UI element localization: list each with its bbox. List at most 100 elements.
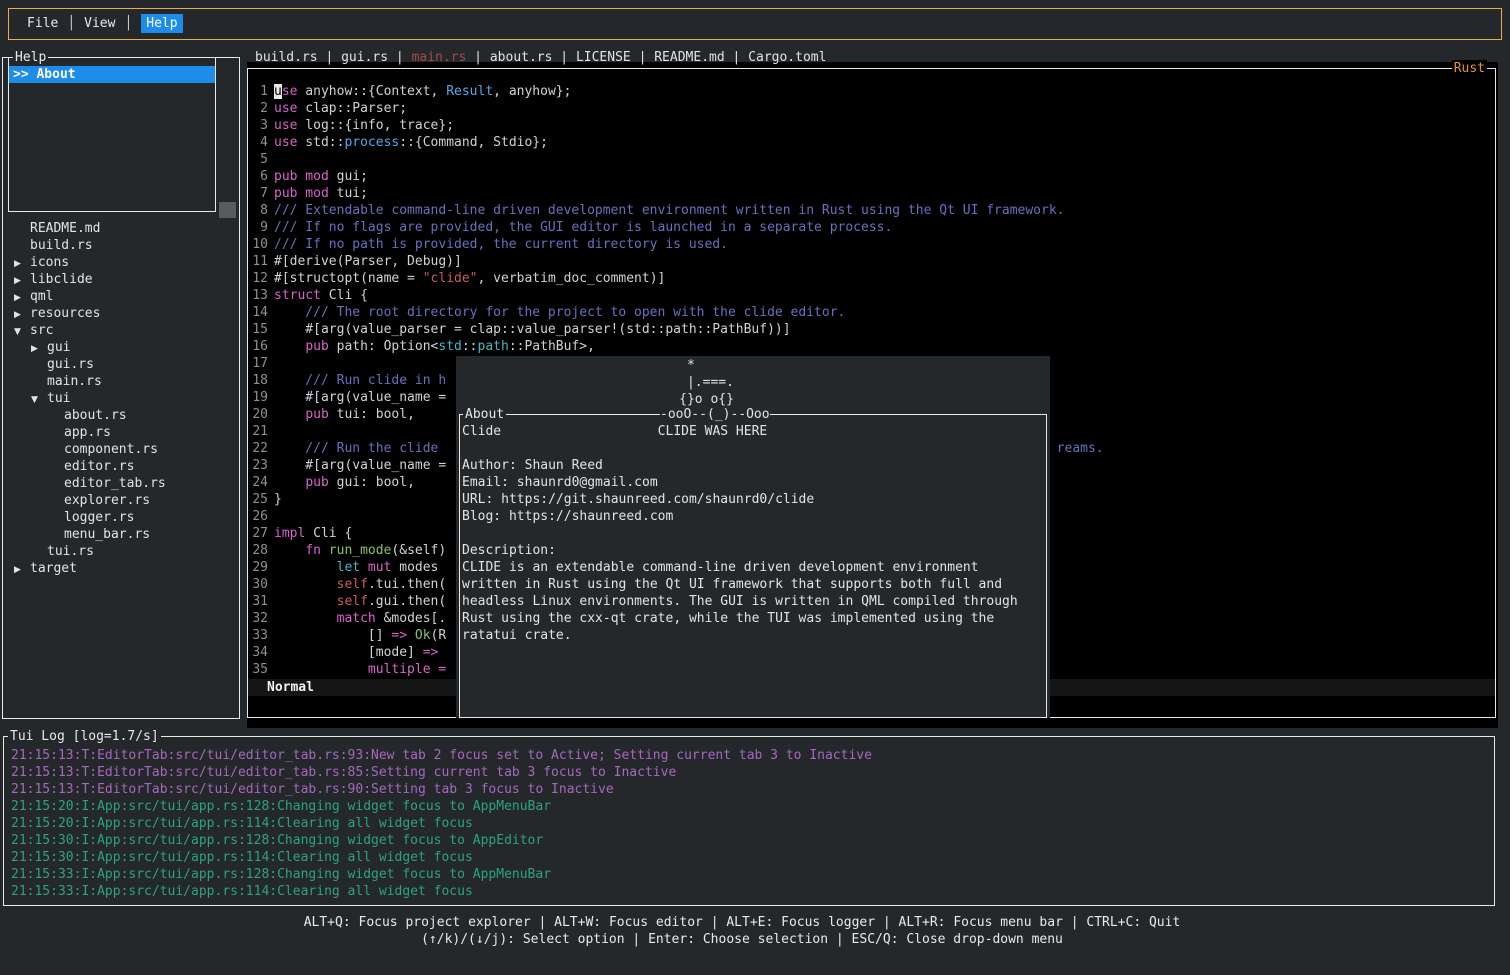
tree-item-gui-rs[interactable]: gui.rs <box>3 356 238 373</box>
tree-item-label: qml <box>30 289 53 304</box>
code-token: std:: <box>297 135 344 150</box>
editor-mode-indicator: Normal <box>267 680 314 695</box>
tree-item-resources[interactable]: ▶resources <box>3 305 238 322</box>
menu-item-help[interactable]: Help <box>141 14 182 33</box>
tree-item-about-rs[interactable]: about.rs <box>3 407 238 424</box>
tree-item-src[interactable]: ▼src <box>3 322 238 339</box>
code-token: Cli { <box>305 526 352 541</box>
tree-item-tui[interactable]: ▼tui <box>3 390 238 407</box>
code-token: Result <box>446 84 493 99</box>
line-number: 14 <box>248 304 268 321</box>
code-token: u <box>274 84 282 99</box>
code-line-13: 13struct Cli { <box>248 287 1496 304</box>
line-number: 16 <box>248 338 268 355</box>
line-number: 26 <box>248 508 268 525</box>
code-token: use <box>274 101 297 116</box>
tab-cargo-toml[interactable]: Cargo.toml <box>748 50 826 65</box>
line-number: 32 <box>248 610 268 627</box>
ascii-art-kilroy: * |.===. {}o o{} <box>460 357 734 408</box>
tab-separator: | <box>725 50 748 65</box>
tree-item-main-rs[interactable]: main.rs <box>3 373 238 390</box>
help-dropdown-items: >> About <box>9 66 215 83</box>
tree-item-icons[interactable]: ▶icons <box>3 254 238 271</box>
line-number: 9 <box>248 219 268 236</box>
code-token: #[arg(value_name = <box>274 458 446 473</box>
code-token: log::{info, trace}; <box>297 118 454 133</box>
code-token: /// The root directory for the project t… <box>274 305 845 320</box>
menu-items: File│View│Help <box>9 9 1501 39</box>
tree-item-libclide[interactable]: ▶libclide <box>3 271 238 288</box>
code-line-12: 12#[structopt(name = "clide", verbatim_d… <box>248 270 1496 287</box>
menu-item-view[interactable]: View <box>84 16 115 31</box>
code-token: /// Run clide in h <box>274 373 446 388</box>
tree-item-label: editor.rs <box>64 459 134 474</box>
code-line-15: 15 #[arg(value_parser = clap::value_pars… <box>248 321 1496 338</box>
menu-item-file[interactable]: File <box>27 16 58 31</box>
tab-separator: | <box>552 50 575 65</box>
code-token: .tui.then( <box>368 577 446 592</box>
tree-item-explorer-rs[interactable]: explorer.rs <box>3 492 238 509</box>
code-token: /// If no flags are provided, the GUI ed… <box>274 220 892 235</box>
code-line-10: 10/// If no path is provided, the curren… <box>248 236 1496 253</box>
tree-item-label: editor_tab.rs <box>64 476 166 491</box>
tab-license[interactable]: LICENSE <box>576 50 631 65</box>
code-token: .gui.then( <box>368 594 446 609</box>
tree-item-readme-md[interactable]: README.md <box>3 220 238 237</box>
tree-item-target[interactable]: ▶target <box>3 560 238 577</box>
log-panel[interactable]: Tui Log [log=1.7/s] 21:15:13:T:EditorTab… <box>3 736 1495 906</box>
code-token: /// Extendable command-line driven devel… <box>274 203 1065 218</box>
tree-item-logger-rs[interactable]: logger.rs <box>3 509 238 526</box>
tree-item-menu-bar-rs[interactable]: menu_bar.rs <box>3 526 238 543</box>
code-token: , anyhow}; <box>493 84 571 99</box>
code-token: => <box>391 628 407 643</box>
line-number: 17 <box>248 355 268 372</box>
tree-item-qml[interactable]: ▶qml <box>3 288 238 305</box>
log-entry: 21:15:30:I:App:src/tui/app.rs:128:Changi… <box>11 832 1492 849</box>
tree-item-gui[interactable]: ▶gui <box>3 339 238 356</box>
code-token <box>274 611 337 626</box>
tab-about-rs[interactable]: about.rs <box>490 50 553 65</box>
tree-item-app-rs[interactable]: app.rs <box>3 424 238 441</box>
tab-gui-rs[interactable]: gui.rs <box>341 50 388 65</box>
dropdown-item--about[interactable]: >> About <box>9 66 215 83</box>
tree-item-label: resources <box>30 306 100 321</box>
tab-main-rs[interactable]: main.rs <box>412 50 467 65</box>
tree-item-build-rs[interactable]: build.rs <box>3 237 238 254</box>
line-number: 12 <box>248 270 268 287</box>
code-token: (&self) <box>391 543 446 558</box>
line-number: 5 <box>248 151 268 168</box>
line-number: 21 <box>248 423 268 440</box>
code-token <box>274 560 337 575</box>
log-entry: 21:15:20:I:App:src/tui/app.rs:114:Cleari… <box>11 815 1492 832</box>
menu-bar: File│View│Help <box>8 8 1502 40</box>
tree-item-editor-tab-rs[interactable]: editor_tab.rs <box>3 475 238 492</box>
code-token: /// If no path is provided, the current … <box>274 237 728 252</box>
line-number: 24 <box>248 474 268 491</box>
code-token: multiple = <box>368 662 446 677</box>
tree-item-tui-rs[interactable]: tui.rs <box>3 543 238 560</box>
code-token: :: <box>462 339 478 354</box>
code-line-14: 14 /// The root directory for the projec… <box>248 304 1496 321</box>
line-number: 11 <box>248 253 268 270</box>
line-number: 2 <box>248 100 268 117</box>
folder-open-icon: ▼ <box>31 392 47 409</box>
code-token <box>274 475 305 490</box>
tab-readme-md[interactable]: README.md <box>654 50 724 65</box>
line-number: 13 <box>248 287 268 304</box>
tree-item-editor-rs[interactable]: editor.rs <box>3 458 238 475</box>
language-badge: Rust <box>1452 60 1487 77</box>
line-number: 4 <box>248 134 268 151</box>
code-token: fn <box>305 543 321 558</box>
about-dialog-body: Clide CLIDE WAS HERE Author: Shaun Reed … <box>462 423 1018 644</box>
log-entries: 21:15:13:T:EditorTab:src/tui/editor_tab.… <box>11 747 1492 900</box>
tree-item-label: main.rs <box>47 374 102 389</box>
code-token: #[derive(Parser, Debug)] <box>274 254 462 269</box>
tab-separator: | <box>466 50 489 65</box>
tree-item-component-rs[interactable]: component.rs <box>3 441 238 458</box>
tree-item-label: target <box>30 561 77 576</box>
tab-separator: | <box>631 50 654 65</box>
scrollbar-thumb[interactable] <box>219 202 236 218</box>
tab-build-rs[interactable]: build.rs <box>255 50 318 65</box>
menu-separator: │ <box>115 16 141 31</box>
code-line-6: 6pub mod gui; <box>248 168 1496 185</box>
